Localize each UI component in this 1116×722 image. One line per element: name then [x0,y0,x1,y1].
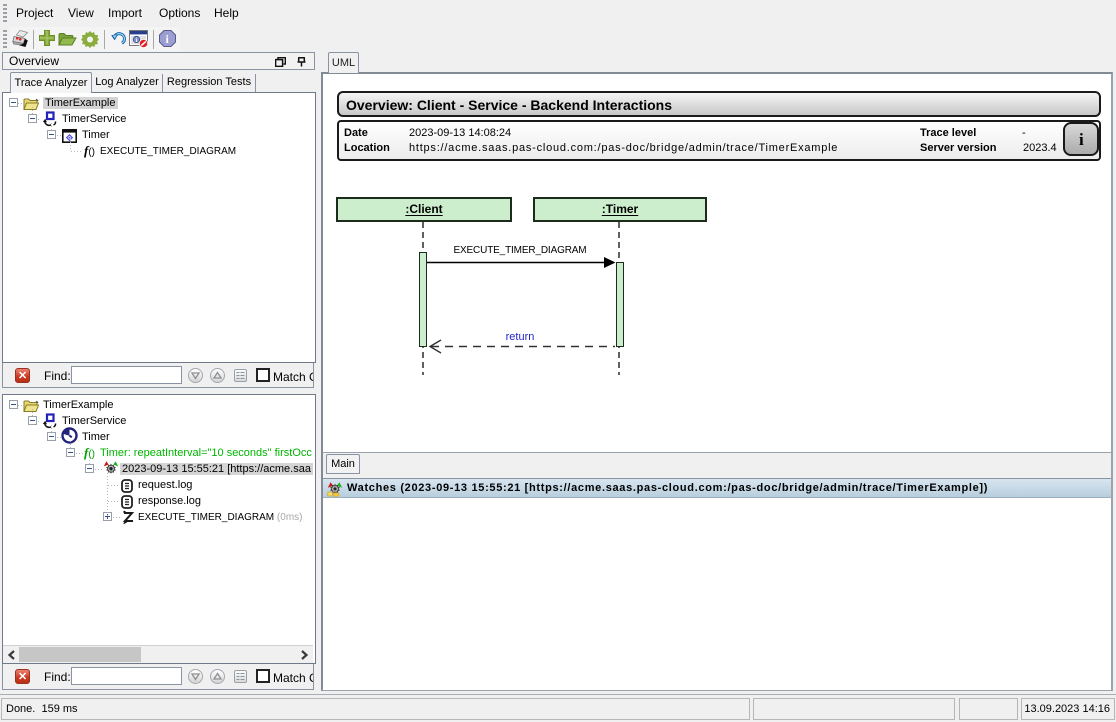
svg-text:i: i [136,37,138,44]
